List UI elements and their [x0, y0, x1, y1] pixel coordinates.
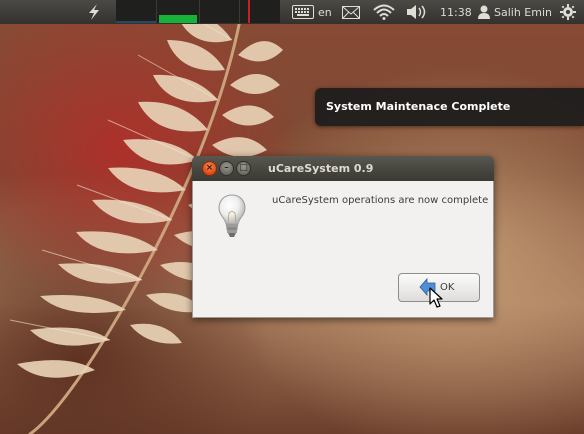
top-panel: en 11:38 Salih Emin [0, 0, 584, 24]
close-icon[interactable]: × [202, 161, 217, 176]
clock[interactable]: 11:38 [440, 0, 472, 24]
keyboard-layout-label[interactable]: en [318, 0, 332, 24]
keyboard-icon[interactable] [292, 0, 314, 24]
mail-icon[interactable] [342, 0, 360, 24]
lightbulb-icon [218, 194, 246, 237]
mouse-cursor-icon [429, 287, 443, 308]
wifi-icon[interactable] [373, 0, 395, 24]
sysmon-cpu-graph [116, 0, 157, 23]
user-name[interactable]: Salih Emin [494, 0, 552, 24]
maximize-icon[interactable]: □ [236, 161, 251, 176]
sysmon-swap-graph [240, 0, 280, 23]
sysmon-memory-graph [157, 0, 200, 23]
dialog-message: uCareSystem operations are now complete [272, 195, 489, 206]
dialog-title: uCareSystem 0.9 [268, 162, 374, 175]
dialog-body: uCareSystem operations are now complete … [192, 181, 494, 318]
volume-icon[interactable] [406, 0, 428, 24]
power-gear-icon[interactable] [560, 0, 576, 24]
system-monitor-graph[interactable] [116, 0, 280, 23]
user-icon[interactable] [478, 0, 490, 24]
ucaresystem-dialog: × – □ uCareSystem 0.9 uCareSystem operat… [192, 156, 494, 318]
minimize-icon[interactable]: – [219, 161, 234, 176]
notification-bubble: System Maintenace Complete [315, 88, 584, 126]
lightning-icon[interactable] [86, 0, 102, 24]
dialog-titlebar[interactable]: × – □ uCareSystem 0.9 [192, 156, 494, 181]
sysmon-network-graph [199, 0, 241, 23]
notification-title: System Maintenace Complete [326, 100, 511, 113]
